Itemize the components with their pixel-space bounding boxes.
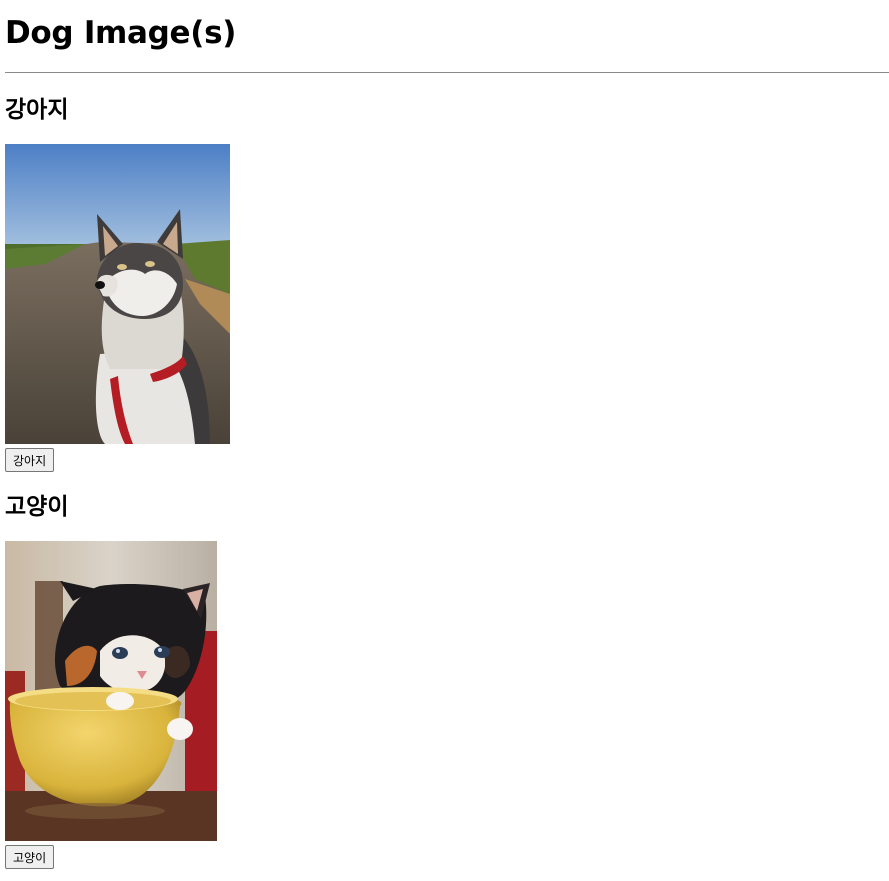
cat-image (5, 541, 217, 841)
dog-button[interactable]: 강아지 (5, 448, 55, 472)
divider (5, 72, 889, 73)
cat-section-heading: 고양이 (5, 494, 69, 520)
dog-image-container (5, 144, 889, 444)
dog-section-heading: 강아지 (5, 97, 69, 123)
cat-image-container (5, 541, 889, 841)
cat-button[interactable]: 고양이 (5, 845, 55, 869)
page-title: Dog Image(s) (5, 15, 237, 51)
page: Dog Image(s) 강아지 강아지 고양이 고양이 (0, 0, 889, 869)
dog-image (5, 144, 230, 444)
